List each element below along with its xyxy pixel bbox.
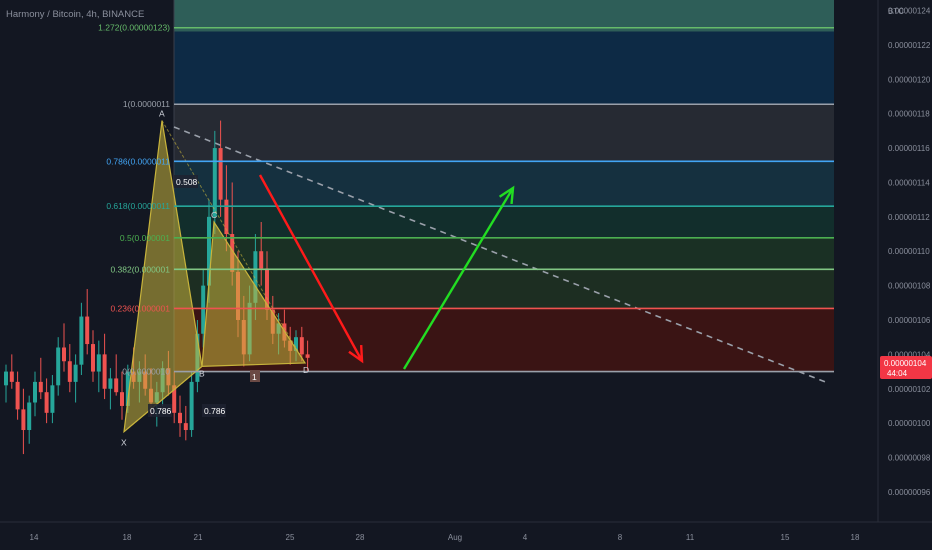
candle-body-18 (108, 378, 113, 389)
time-tick-5: Aug (448, 533, 462, 542)
candle-body-7 (44, 392, 49, 413)
price-tick-8: 0.00000108 (888, 282, 931, 291)
candle-body-3 (21, 409, 26, 431)
price-tick-6: 0.00000112 (888, 213, 930, 222)
fib-label-6: 0.236(0.000001 (110, 303, 170, 313)
pattern-point-b: B (199, 368, 205, 378)
time-tick-0: 14 (30, 533, 39, 542)
fib-zone-0 (174, 0, 834, 32)
ratio-box-text-1: 0.786 (204, 406, 226, 416)
candle-body-12 (73, 364, 78, 382)
price-tick-1: 0.00000122 (888, 41, 931, 50)
fib-zone-4 (174, 206, 834, 238)
fib-zone-5 (174, 237, 834, 270)
price-tick-2: 0.00000120 (888, 75, 931, 84)
candle-body-14 (85, 316, 90, 345)
ratio-box-text-0: 0.786 (150, 406, 172, 416)
candle-body-20 (120, 392, 124, 406)
chart-svg[interactable]: 1.272(0.00000123)1(0.00000110.786(0.0000… (0, 0, 932, 550)
price-tick-4: 0.00000116 (888, 144, 930, 153)
fib-zone-2 (174, 104, 834, 162)
time-tick-7: 8 (618, 533, 623, 542)
price-tick-9: 0.00000106 (888, 316, 931, 325)
candle-body-16 (96, 354, 101, 372)
price-axis[interactable]: BTC 0.000001240.000001220.000001200.0000… (877, 0, 932, 522)
fib-label-7: 0(0.0000010 (122, 367, 170, 377)
fib-label-0: 1.272(0.00000123) (98, 23, 170, 33)
candle-body-4 (27, 402, 32, 431)
candle-body-2 (15, 381, 20, 410)
last-price-badge: 0.00000104 44:04 (880, 356, 932, 379)
candle-body-31 (183, 423, 188, 431)
fib-label-4: 0.5(0.000001 (120, 233, 170, 243)
fib-label-5: 0.382(0.000001 (110, 264, 170, 274)
fib-label-3: 0.618(0.0000011 (106, 201, 170, 211)
candle-body-9 (56, 347, 61, 386)
candle-body-11 (67, 361, 72, 382)
price-tick-12: 0.00000100 (888, 419, 931, 428)
pattern-point-d: D (303, 365, 309, 375)
time-tick-10: 18 (851, 533, 860, 542)
candle-body-13 (79, 316, 84, 365)
pattern-point-x: X (121, 438, 127, 448)
candle-body-17 (102, 354, 107, 389)
candle-body-6 (38, 381, 43, 393)
fib-label-2: 0.786(0.0000011 (106, 156, 170, 166)
last-price-value: 0.00000104 (884, 359, 927, 368)
time-tick-8: 11 (686, 533, 695, 542)
chart-container[interactable]: 1.272(0.00000123) 1(0.0000011 0.786(0.0000… (0, 0, 932, 550)
time-tick-1: 18 (123, 533, 132, 542)
last-price-countdown: 44:04 (887, 369, 908, 378)
time-tick-2: 21 (194, 533, 203, 542)
fib-zone-1 (174, 31, 834, 105)
chart-title: Harmony / Bitcoin, 4h, BINANCE (6, 9, 144, 20)
price-axis-ticks: 0.00000124 0.00000122 0.00000120 0.00000118… (888, 7, 931, 497)
candle-body-34 (201, 285, 206, 334)
candle-body-5 (33, 381, 37, 403)
candle-body-0 (4, 371, 8, 386)
time-axis-bg (0, 522, 932, 550)
price-tick-3: 0.00000118 (888, 110, 930, 119)
candle-body-8 (50, 385, 55, 413)
time-tick-3: 25 (286, 533, 295, 542)
price-tick-5: 0.00000114 (888, 178, 930, 187)
candle-body-51 (299, 337, 304, 355)
candle-body-19 (114, 378, 119, 393)
candle-body-1 (9, 371, 14, 382)
time-tick-9: 15 (781, 533, 790, 542)
price-tick-11: 0.00000102 (888, 385, 931, 394)
pattern-marker: 1 (252, 372, 257, 382)
ratio-box-text-2: 0.508 (176, 177, 198, 187)
price-tick-0: 0.00000124 (888, 7, 931, 16)
candle-body-32 (189, 381, 194, 431)
candle-body-30 (178, 412, 182, 424)
pattern-point-c: C (211, 210, 217, 220)
price-tick-13: 0.00000098 (888, 454, 931, 463)
candle-body-44 (259, 251, 264, 269)
time-tick-4: 28 (356, 533, 365, 542)
candle-body-15 (91, 344, 95, 372)
price-tick-7: 0.00000110 (888, 247, 930, 256)
time-axis[interactable]: 14 18 21 25 28 Aug 4 8 11 15 18 (0, 521, 932, 550)
candle-body-52 (305, 354, 310, 358)
price-tick-14: 0.00000096 (888, 488, 931, 497)
time-tick-6: 4 (523, 533, 528, 542)
pattern-point-a: A (159, 109, 165, 119)
candle-body-10 (62, 347, 66, 362)
candle-body-37 (218, 148, 223, 200)
